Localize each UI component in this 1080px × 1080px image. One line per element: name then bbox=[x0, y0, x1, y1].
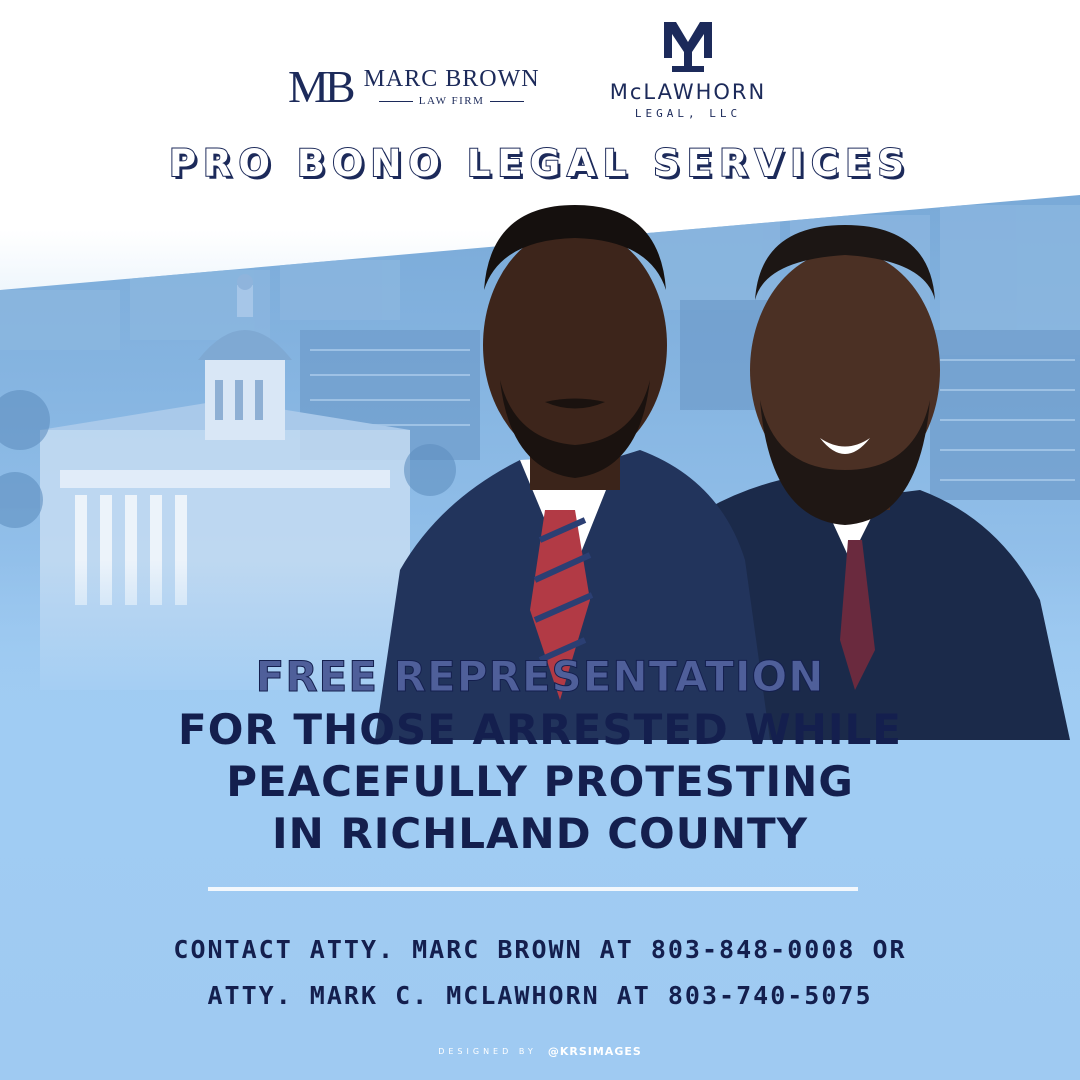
designer-credit: DESIGNED BY @KRSIMAGES bbox=[0, 1041, 1080, 1060]
mb-subtitle-row: LAW FIRM bbox=[373, 95, 531, 107]
mb-logo-subtitle: LAW FIRM bbox=[418, 95, 485, 107]
mb-monogram: MB bbox=[288, 61, 356, 112]
mb-wordmark: MARC BROWN LAW FIRM bbox=[364, 67, 540, 107]
main-message-line-3: PEACEFULLY PROTESTING bbox=[226, 757, 854, 806]
ml-monogram-icon bbox=[664, 22, 712, 72]
mclawhorn-legal-logo: McLAWHORN LEGAL, LLC bbox=[596, 18, 780, 120]
main-message-line-2: FOR THOSE ARRESTED WHILE bbox=[178, 705, 902, 754]
main-message-line-4: IN RICHLAND COUNTY bbox=[271, 809, 809, 858]
contact-info: CONTACT ATTY. MARC BROWN AT 803-848-0008… bbox=[0, 932, 1080, 1014]
mb-rule-left bbox=[378, 100, 413, 102]
main-message: FREE REPRESENTATION FOR THOSE ARRESTED W… bbox=[0, 650, 1080, 860]
flyer: MB MARC BROWN LAW FIRM McLAWHORN LEGAL, … bbox=[0, 0, 1080, 1080]
credit-prefix: DESIGNED BY bbox=[438, 1047, 537, 1056]
marc-brown-law-firm-logo: MB MARC BROWN LAW FIRM bbox=[288, 62, 540, 112]
divider-line bbox=[208, 887, 858, 891]
ml-logo-name: McLAWHORN bbox=[609, 80, 767, 104]
mb-rule-right bbox=[490, 100, 525, 102]
pro-bono-headline: PRO BONO LEGAL SERVICES bbox=[168, 141, 912, 186]
ml-logo-subtitle: LEGAL, LLC bbox=[634, 107, 742, 120]
contact-line-2: ATTY. MARK C. MCLAWHORN AT 803-740-5075 bbox=[207, 981, 873, 1010]
credit-handle: @KRSIMAGES bbox=[547, 1045, 642, 1058]
contact-line-1: CONTACT ATTY. MARC BROWN AT 803-848-0008… bbox=[173, 935, 907, 964]
main-message-line-1: FREE REPRESENTATION bbox=[255, 652, 825, 702]
mb-logo-name: MARC BROWN bbox=[363, 66, 540, 92]
